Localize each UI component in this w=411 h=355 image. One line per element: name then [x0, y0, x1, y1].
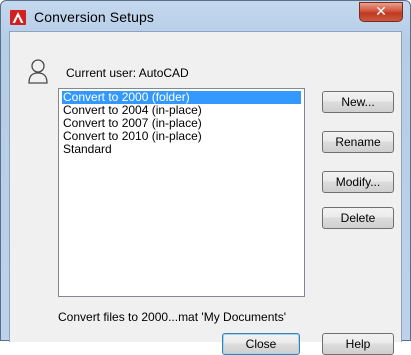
conversion-setups-list[interactable]: Convert to 2000 (folder) Convert to 2004…: [58, 88, 305, 297]
close-button[interactable]: Close: [222, 333, 300, 355]
title-bar[interactable]: Conversion Setups ✕: [1, 1, 410, 31]
close-window-button[interactable]: ✕: [359, 2, 403, 22]
setup-description: Convert files to 2000...mat 'My Document…: [58, 310, 287, 324]
user-icon: [28, 59, 48, 84]
conversion-setups-dialog: Conversion Setups ✕ Current user: AutoCA…: [0, 0, 411, 355]
modify-button[interactable]: Modify...: [322, 171, 394, 193]
list-item[interactable]: Standard: [62, 143, 301, 156]
delete-button[interactable]: Delete: [322, 207, 394, 229]
new-button[interactable]: New...: [322, 91, 394, 113]
help-button[interactable]: Help: [322, 333, 394, 355]
window-title: Conversion Setups: [34, 9, 154, 25]
autocad-logo-icon: [10, 10, 26, 25]
rename-button[interactable]: Rename: [322, 131, 394, 153]
close-icon: ✕: [375, 4, 387, 20]
current-user-label: Current user: AutoCAD: [66, 66, 189, 80]
dialog-body: Current user: AutoCAD Convert to 2000 (f…: [9, 31, 402, 355]
